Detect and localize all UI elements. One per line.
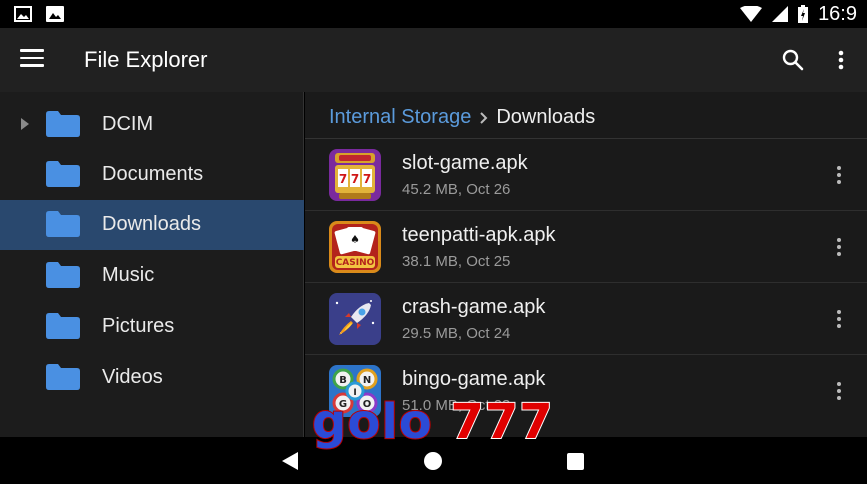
svg-text:N: N [363, 375, 371, 386]
file-options-icon[interactable] [831, 235, 847, 259]
file-name: bingo-game.apk [402, 368, 546, 390]
folder-icon [46, 111, 80, 137]
sidebar-item-label: Pictures [102, 315, 175, 337]
app-bar: File Explorer [0, 28, 867, 92]
photo-notification-icon [46, 6, 64, 22]
watermark-number: 777 [449, 394, 554, 450]
search-icon[interactable] [781, 48, 805, 72]
sidebar-item-videos[interactable]: Videos [0, 353, 304, 403]
rocket-icon [329, 293, 381, 345]
svg-text:7: 7 [339, 172, 347, 186]
casino-cards-icon: ♠ CASINO [329, 221, 381, 273]
sidebar-item-pictures[interactable]: Pictures [0, 302, 304, 352]
file-meta: 38.1 MB, Oct 25 [402, 253, 511, 270]
status-time: 16:9 [818, 2, 857, 25]
sidebar-item-label: Music [102, 264, 155, 286]
svg-text:♠: ♠ [350, 233, 360, 246]
status-indicators: 16:9 [740, 3, 857, 26]
svg-text:7: 7 [363, 172, 371, 186]
watermark: golo 777 [311, 397, 554, 447]
file-name: slot-game.apk [402, 152, 528, 174]
sidebar-item-dcim[interactable]: DCIM [0, 100, 304, 150]
file-row-slot-game[interactable]: 7 7 7 slot-game.apk 45.2 MB, Oct 26 [305, 139, 867, 211]
sidebar-item-label: Downloads [102, 213, 201, 235]
svg-text:7: 7 [351, 172, 359, 186]
more-options-icon[interactable] [833, 48, 849, 72]
sidebar: DCIM Documents Downloads Music Pictures … [0, 92, 304, 437]
watermark-text: golo [311, 394, 433, 450]
file-name: teenpatti-apk.apk [402, 224, 556, 246]
file-options-icon[interactable] [831, 307, 847, 331]
file-meta: 29.5 MB, Oct 24 [402, 325, 511, 342]
file-row-teenpatti[interactable]: ♠ CASINO teenpatti-apk.apk 38.1 MB, Oct … [305, 211, 867, 283]
sidebar-item-downloads[interactable]: Downloads [0, 200, 304, 250]
folder-icon [46, 211, 80, 237]
slot-machine-icon: 7 7 7 [329, 149, 381, 201]
breadcrumb-current: Downloads [496, 106, 596, 128]
app-title: File Explorer [84, 47, 208, 72]
image-notification-icon [14, 6, 32, 22]
breadcrumb: Internal Storage Downloads [329, 106, 595, 129]
folder-icon [46, 313, 80, 339]
status-notifications [14, 6, 64, 22]
home-icon[interactable] [424, 452, 442, 470]
sidebar-item-label: Documents [102, 163, 204, 185]
svg-text:B: B [339, 375, 347, 386]
file-row-crash-game[interactable]: crash-game.apk 29.5 MB, Oct 24 [305, 283, 867, 355]
sidebar-item-label: DCIM [102, 113, 154, 135]
breadcrumb-root-link[interactable]: Internal Storage [329, 106, 471, 129]
file-options-icon[interactable] [831, 163, 847, 187]
file-name: crash-game.apk [402, 296, 546, 318]
chevron-right-icon [480, 111, 488, 124]
status-bar: 16:9 [0, 0, 867, 28]
folder-icon [46, 364, 80, 390]
sidebar-item-music[interactable]: Music [0, 251, 304, 301]
folder-icon [46, 161, 80, 187]
recent-apps-icon[interactable] [567, 453, 584, 470]
sidebar-item-label: Videos [102, 366, 163, 388]
file-options-icon[interactable] [831, 379, 847, 403]
signal-icon [772, 6, 789, 22]
back-icon[interactable] [280, 451, 300, 471]
folder-icon [46, 262, 80, 288]
file-list-panel: Internal Storage Downloads 7 7 7 slot-ga… [305, 92, 867, 437]
sidebar-item-documents[interactable]: Documents [0, 150, 304, 200]
expand-arrow-icon[interactable] [20, 117, 30, 131]
menu-icon[interactable] [20, 49, 44, 69]
svg-text:CASINO: CASINO [336, 258, 375, 268]
file-meta: 45.2 MB, Oct 26 [402, 181, 511, 198]
wifi-icon [740, 6, 763, 22]
battery-icon [798, 5, 809, 23]
